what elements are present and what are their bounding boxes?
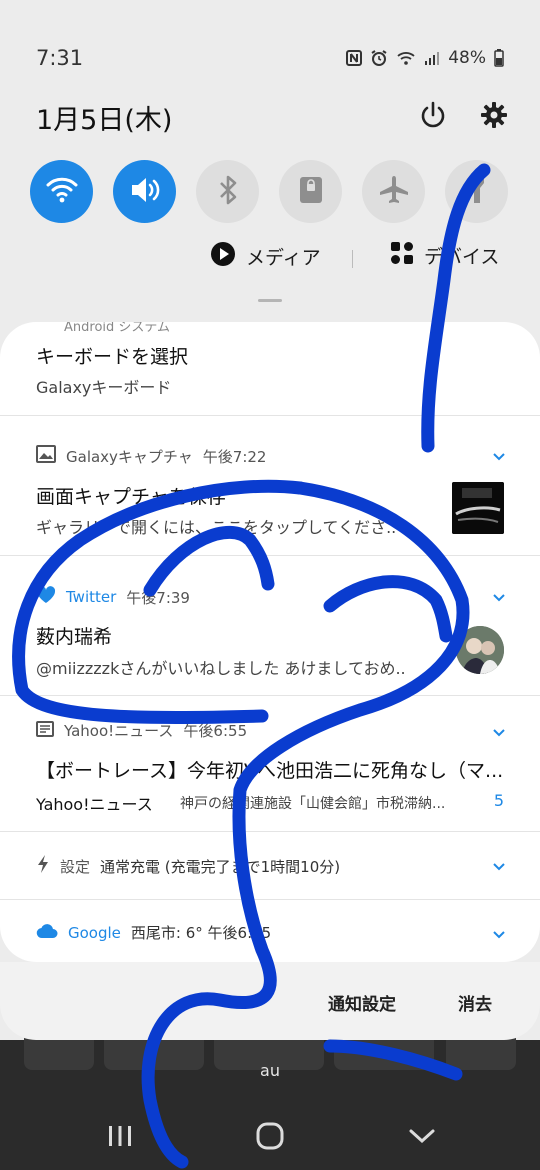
speaker-icon: [128, 175, 162, 209]
devices-grid-icon: [390, 241, 414, 270]
notification-count-badge: 5: [493, 791, 504, 810]
news-icon: [36, 720, 54, 741]
notification-text: 通常充電 (充電完了まで1時間10分): [100, 857, 341, 876]
home-icon[interactable]: [250, 1118, 290, 1154]
bluetooth-toggle[interactable]: [196, 160, 259, 223]
notification-title: 【ボートレース】今年初Vへ池田浩二に死角なし（マ...: [36, 760, 504, 782]
notification-title: 画面キャプチャを保存: [36, 486, 226, 508]
chevron-down-icon[interactable]: [492, 591, 506, 605]
notification-screenshot[interactable]: Galaxyキャプチャ 午後7:22 画面キャプチャを保存 ギャラリーで開くには…: [0, 416, 540, 556]
notification-app-name: Galaxyキャプチャ: [66, 447, 193, 466]
nfc-icon: [346, 50, 363, 66]
notification-text: 西尾市: 6° 午後6:55: [130, 924, 272, 942]
date-label: 1月5日(木): [36, 105, 173, 136]
notification-text: Galaxyキーボード: [36, 378, 172, 397]
notification-keyboard[interactable]: Android システム キーボードを選択 Galaxyキーボード: [0, 322, 540, 416]
devices-button[interactable]: デバイス: [390, 241, 499, 270]
alarm-icon: [370, 49, 388, 67]
chevron-down-icon[interactable]: [492, 928, 506, 942]
gallery-icon: [36, 445, 56, 467]
notification-app-name: Yahoo!ニュース: [64, 722, 174, 740]
rotation-lock-toggle[interactable]: [279, 160, 342, 223]
notification-title: キーボードを選択: [36, 346, 189, 368]
wifi-icon: [45, 176, 79, 208]
airplane-toggle[interactable]: [362, 160, 425, 223]
play-icon: [210, 241, 236, 272]
flashlight-toggle[interactable]: [445, 160, 508, 223]
notification-text: 神戸の経関連施設「山健会館」市税滞納...: [180, 796, 446, 812]
battery-level: 48%: [448, 48, 486, 68]
divider: [352, 250, 353, 268]
notification-source: Yahoo!ニュース: [36, 795, 153, 814]
lock-icon: [298, 175, 324, 209]
notification-time: 午後7:22: [202, 447, 267, 466]
notification-text: ギャラリーで開くには、ここをタップしてくださ..: [36, 518, 397, 537]
airplane-icon: [377, 174, 411, 210]
notification-app-name: 設定: [60, 857, 91, 876]
notification-time: 午後7:39: [126, 588, 190, 607]
notification-header: 設定 通常充電 (充電完了まで1時間10分): [36, 854, 340, 878]
chevron-down-icon[interactable]: [492, 726, 506, 740]
notification-peek-label: Android システム: [64, 322, 171, 335]
status-time: 7:31: [36, 46, 84, 70]
notification-twitter[interactable]: Twitter 午後7:39 薮内瑞希 @miizzzzkさんがいいねしました …: [0, 556, 540, 696]
screenshot-thumbnail: [452, 482, 504, 534]
sound-toggle[interactable]: [113, 160, 176, 223]
panel-handle[interactable]: [258, 299, 282, 302]
lightning-icon: [36, 854, 50, 878]
chevron-down-icon[interactable]: [492, 860, 506, 874]
chevron-down-icon[interactable]: [492, 450, 506, 464]
wifi-toggle[interactable]: [30, 160, 93, 223]
heart-icon: [36, 586, 56, 608]
notification-google[interactable]: Google 西尾市: 6° 午後6:55: [0, 900, 540, 962]
notification-charging[interactable]: 設定 通常充電 (充電完了まで1時間10分): [0, 832, 540, 900]
notification-yahoo-news[interactable]: Yahoo!ニュース 午後6:55 【ボートレース】今年初Vへ池田浩二に死角なし…: [0, 696, 540, 832]
media-label: メディア: [246, 247, 321, 269]
notification-app-name: Twitter: [66, 588, 117, 606]
notification-title: 薮内瑞希: [36, 626, 113, 648]
devices-label: デバイス: [424, 246, 500, 268]
power-icon[interactable]: [415, 97, 451, 133]
cloud-icon: [36, 923, 58, 943]
back-chevron-down-icon[interactable]: [402, 1118, 442, 1154]
media-button[interactable]: メディア: [210, 241, 321, 272]
avatar: [456, 626, 504, 674]
status-icons: 48%: [346, 48, 504, 68]
notification-panel: Android システム キーボードを選択 Galaxyキーボード Galaxy…: [0, 322, 540, 962]
settings-icon[interactable]: [476, 97, 512, 133]
battery-icon: [494, 49, 504, 67]
recent-apps-icon[interactable]: [100, 1118, 140, 1154]
quick-toggles: [30, 160, 508, 223]
media-device-row: メディア デバイス: [0, 241, 540, 277]
notification-header: Google 西尾市: 6° 午後6:55: [36, 922, 271, 943]
signal-icon: [424, 50, 440, 66]
notification-time: 午後6:55: [183, 722, 248, 740]
wifi-icon: [396, 50, 416, 66]
notification-header: Yahoo!ニュース 午後6:55: [36, 720, 247, 741]
clear-button[interactable]: 消去: [458, 990, 492, 1015]
carrier-label: au: [260, 1061, 280, 1080]
notification-app-name: Google: [68, 923, 121, 942]
flashlight-icon: [467, 174, 487, 210]
notification-header: Galaxyキャプチャ 午後7:22: [36, 445, 266, 467]
notification-text: @miizzzzkさんがいいねしました あけましておめ..: [36, 659, 406, 678]
bluetooth-icon: [216, 174, 240, 210]
notification-header: Twitter 午後7:39: [36, 586, 190, 608]
notification-settings-button[interactable]: 通知設定: [328, 990, 396, 1015]
